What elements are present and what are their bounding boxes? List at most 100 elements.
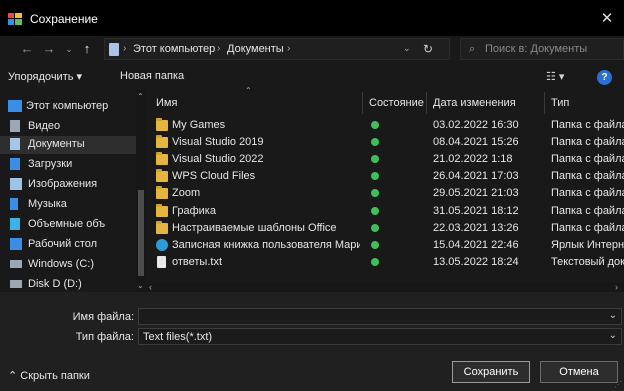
chevron-right-icon: ›: [123, 43, 127, 54]
sidebar-item-downloads[interactable]: Загрузки: [10, 156, 136, 174]
toolbar: [0, 64, 624, 90]
folder-icon: [156, 118, 168, 131]
file-type: Папка с файлами: [551, 136, 624, 149]
file-date: 08.04.2021 15:26: [433, 136, 519, 149]
sidebar-item-3d-objects[interactable]: Объемные объ: [10, 216, 136, 234]
file-name: Visual Studio 2019: [172, 136, 264, 149]
scroll-left-icon[interactable]: ‹: [149, 282, 152, 292]
file-name: WPS Cloud Files: [172, 170, 256, 183]
sidebar-item-music[interactable]: Музыка: [10, 196, 136, 214]
file-row[interactable]: ответы.txt 13.05.2022 18:24 Текстовый доку…: [150, 254, 624, 271]
sidebar-item-desktop[interactable]: Рабочий стол: [10, 236, 136, 254]
drive-icon: [10, 280, 22, 288]
column-header-name[interactable]: Имя: [156, 97, 177, 119]
internet-shortcut-icon: [156, 238, 168, 251]
chevron-down-icon[interactable]: ⌄: [609, 310, 617, 321]
synced-status-icon: [371, 189, 379, 198]
column-header-type[interactable]: Тип: [551, 97, 569, 119]
chevron-right-icon: ›: [287, 43, 291, 54]
file-name: Записная книжка пользователя Мария: [172, 238, 360, 251]
scroll-down-icon[interactable]: ⌄: [137, 281, 144, 290]
file-date: 22.03.2021 13:26: [433, 221, 519, 234]
file-type: Ярлык Интернета: [551, 238, 624, 251]
search-input[interactable]: ⌕ Поиск в: Документы: [460, 38, 624, 60]
close-button[interactable]: ✕: [596, 9, 618, 29]
file-row[interactable]: Visual Studio 2019 08.04.2021 15:26 Папка …: [150, 134, 624, 151]
3d-objects-icon: [10, 218, 20, 230]
column-divider[interactable]: [426, 92, 427, 114]
refresh-icon[interactable]: ↻: [418, 40, 438, 58]
sort-up-icon: ⌃: [245, 86, 252, 95]
synced-status-icon: [371, 223, 379, 232]
address-dropdown-icon[interactable]: ⌄: [403, 43, 411, 54]
filetype-label: Тип файла:: [75, 331, 134, 343]
synced-status-icon: [371, 138, 379, 147]
resize-grip-icon[interactable]: ⋰: [614, 380, 622, 389]
chevron-down-icon[interactable]: ⌄: [609, 330, 617, 341]
file-row[interactable]: Zoom 29.05.2021 21:03 Папка с файлами: [150, 185, 624, 202]
recent-dropdown-icon[interactable]: ⌄: [60, 40, 78, 58]
file-name: Графика: [172, 204, 216, 217]
new-folder-button[interactable]: Новая папка: [120, 70, 184, 82]
synced-status-icon: [371, 155, 379, 164]
chevron-right-icon: ›: [217, 43, 221, 54]
horizontal-scrollbar[interactable]: [146, 282, 624, 292]
folder-icon: [156, 186, 168, 200]
navigation-pane: Этот компьютер Видео Документы Загрузки …: [0, 90, 146, 292]
sidebar-item-drive-c[interactable]: Windows (C:): [10, 256, 136, 274]
chevron-up-icon: ⌃: [8, 370, 21, 382]
file-date: 03.02.2022 16:30: [433, 119, 519, 131]
file-date: 26.04.2021 17:03: [433, 170, 519, 183]
scroll-right-icon[interactable]: ›: [615, 282, 618, 292]
file-type: Папка с файлами: [551, 187, 624, 200]
hide-folders-button[interactable]: ⌃ Скрыть папки: [8, 369, 90, 382]
folder-icon: [156, 152, 168, 166]
file-row[interactable]: Графика 31.05.2021 18:12 Папка с файлами: [150, 203, 624, 220]
folder-icon: [156, 203, 168, 217]
documents-icon: [10, 138, 20, 150]
file-row[interactable]: Записная книжка пользователя Мария 15.04.…: [150, 237, 624, 254]
file-row[interactable]: Настраиваемые шаблоны Office 22.03.2021 1…: [150, 220, 624, 237]
file-date: 15.04.2021 22:46: [433, 238, 519, 251]
view-options-icon[interactable]: ☷ ▾: [546, 70, 570, 84]
nav-scrollbar-thumb[interactable]: [138, 190, 144, 276]
file-date: 31.05.2021 18:12: [433, 204, 519, 217]
file-row[interactable]: Visual Studio 2022 21.02.2022 1:18 Папка с…: [150, 151, 624, 168]
column-header-date[interactable]: Дата изменения: [433, 97, 516, 119]
column-header-status[interactable]: Состояние: [369, 97, 424, 119]
synced-status-icon: [371, 257, 379, 266]
file-type: Папка с файлами: [551, 204, 624, 217]
video-icon: [10, 120, 20, 132]
file-date: 13.05.2022 18:24: [433, 255, 519, 268]
organize-button[interactable]: Упорядочить ▾: [8, 70, 82, 83]
back-arrow-icon[interactable]: ←: [18, 40, 36, 58]
sidebar-item-video[interactable]: Видео: [10, 118, 136, 136]
pictures-icon: [10, 178, 22, 190]
column-divider[interactable]: [362, 92, 363, 114]
sidebar-item-this-pc[interactable]: Этот компьютер: [8, 98, 136, 116]
sidebar-item-documents[interactable]: Документы: [0, 136, 136, 154]
synced-status-icon: [371, 240, 379, 249]
breadcrumb-documents[interactable]: Документы: [227, 43, 284, 55]
help-icon[interactable]: ?: [597, 70, 612, 85]
file-row[interactable]: My Games 03.02.2022 16:30 Папка с файлами: [150, 117, 624, 134]
file-type: Папка с файлами: [551, 221, 624, 234]
breadcrumb-this-pc[interactable]: Этот компьютер: [133, 43, 215, 55]
search-icon: ⌕: [469, 43, 476, 55]
filetype-select[interactable]: Text files(*.txt) ⌄: [138, 328, 622, 345]
search-placeholder: Поиск в: Документы: [485, 43, 588, 55]
forward-arrow-icon[interactable]: →: [40, 40, 58, 58]
cancel-button[interactable]: Отмена: [540, 361, 618, 383]
file-row[interactable]: WPS Cloud Files 26.04.2021 17:03 Папка с ф…: [150, 168, 624, 185]
up-arrow-icon[interactable]: ↑: [78, 40, 96, 58]
music-icon: [10, 198, 18, 210]
file-name: ответы.txt: [172, 255, 222, 268]
filename-field[interactable]: ⌄: [138, 308, 622, 325]
save-button[interactable]: Сохранить: [452, 361, 530, 383]
folder-icon: [156, 135, 168, 149]
sidebar-item-pictures[interactable]: Изображения: [10, 176, 136, 194]
app-icon: [8, 13, 22, 25]
scroll-up-icon[interactable]: ⌃: [137, 92, 144, 101]
address-bar[interactable]: › Этот компьютер › Документы › ⌄: [104, 38, 450, 60]
column-divider[interactable]: [544, 92, 545, 114]
